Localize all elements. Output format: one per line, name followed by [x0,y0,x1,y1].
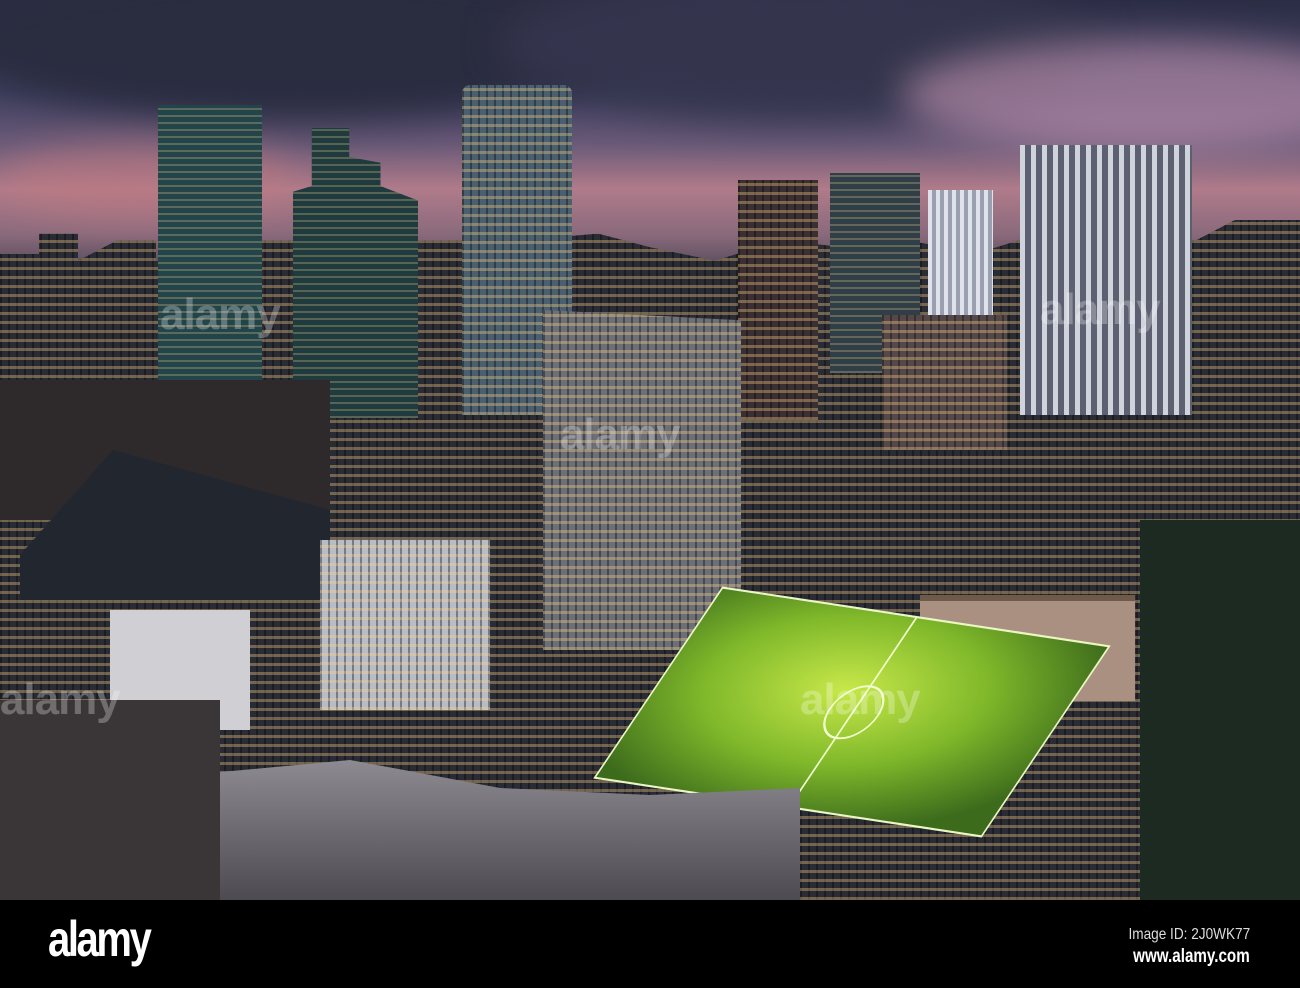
foreground-buildings [0,700,220,900]
watermark: alamy [0,675,121,724]
image-id: Image ID: 2J0WK77 [1128,926,1250,943]
office-tower [1020,145,1192,415]
watermark: alamy [800,675,921,724]
tower [738,180,818,420]
alamy-logo: alamy [48,911,152,967]
white-apartment [320,540,490,710]
watermark: alamy [560,410,681,459]
watermark: alamy [160,290,281,339]
trees [1140,520,1300,900]
residential-tower [543,310,741,650]
cityscape-photo: alamy alamy alamy alamy alamy [0,0,1300,900]
tall-glass-tower [158,105,262,425]
website-link: www.alamy.com [1133,946,1250,967]
footer-bar [0,900,1300,988]
glass-tower [293,128,418,418]
watermark: alamy [1040,285,1161,334]
building [882,315,1007,450]
